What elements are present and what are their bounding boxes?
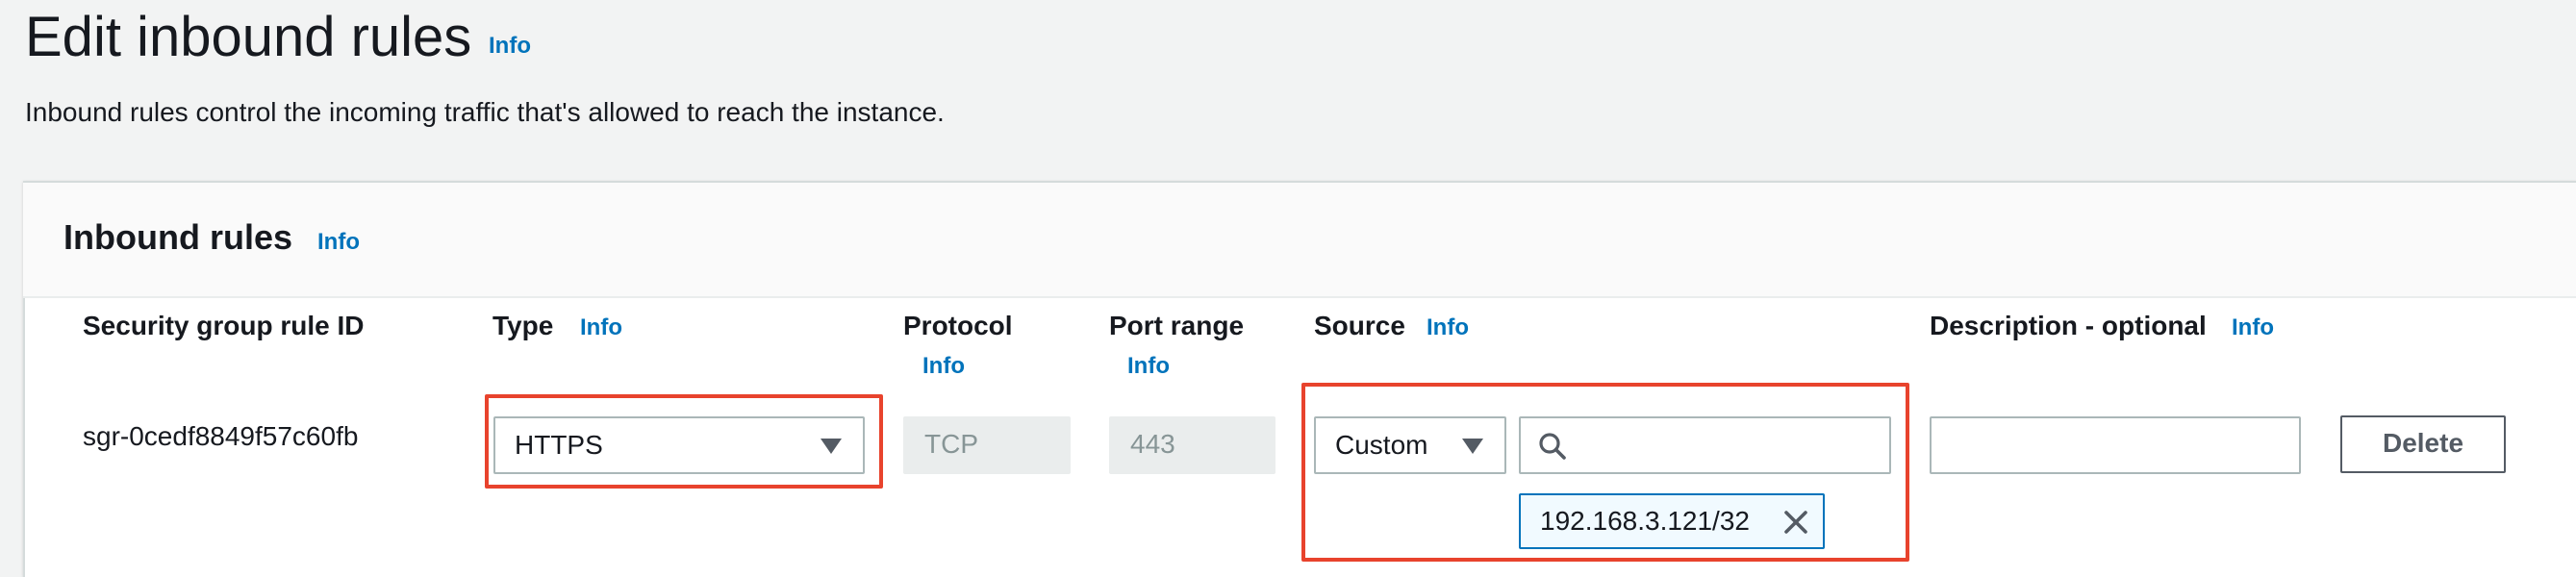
column-header-description: Description - optional [1930,311,2207,340]
rule-id-value: sgr-0cedf8849f57c60fb [83,421,359,451]
description-info-link[interactable]: Info [2232,314,2274,341]
column-header-protocol: Protocol [903,311,1013,340]
caret-down-icon [821,439,842,454]
column-header-source: Source [1314,311,1405,340]
port-range-info-link[interactable]: Info [1127,353,1170,380]
panel-title: Inbound rules [63,217,292,257]
delete-button[interactable]: Delete [2340,415,2506,473]
protocol-field: TCP [903,416,1071,474]
source-search-input[interactable] [1519,416,1891,474]
panel-title-info-link[interactable]: Info [317,229,360,256]
port-range-value: 443 [1130,429,1175,459]
column-header-type: Type [492,311,554,340]
port-range-field: 443 [1109,416,1275,474]
source-info-link[interactable]: Info [1427,314,1469,341]
source-type-select[interactable]: Custom [1314,416,1506,474]
page-description: Inbound rules control the incoming traff… [25,97,945,127]
panel-header [23,183,2576,298]
protocol-value: TCP [924,429,978,459]
close-icon[interactable] [1782,509,1809,536]
page-title: Edit inbound rules [25,6,472,68]
type-select[interactable]: HTTPS [493,416,865,474]
source-token-label: 192.168.3.121/32 [1540,506,1750,536]
protocol-info-link[interactable]: Info [922,353,965,380]
type-select-value: HTTPS [515,430,603,460]
caret-down-icon [1462,439,1483,454]
source-token: 192.168.3.121/32 [1519,493,1825,549]
type-info-link[interactable]: Info [580,314,622,341]
column-header-port-range: Port range [1109,311,1245,340]
source-type-value: Custom [1335,430,1428,460]
search-icon [1539,433,1566,460]
page-title-info-link[interactable]: Info [489,33,531,60]
description-input[interactable] [1930,416,2301,474]
column-header-rule-id: Security group rule ID [83,311,365,340]
